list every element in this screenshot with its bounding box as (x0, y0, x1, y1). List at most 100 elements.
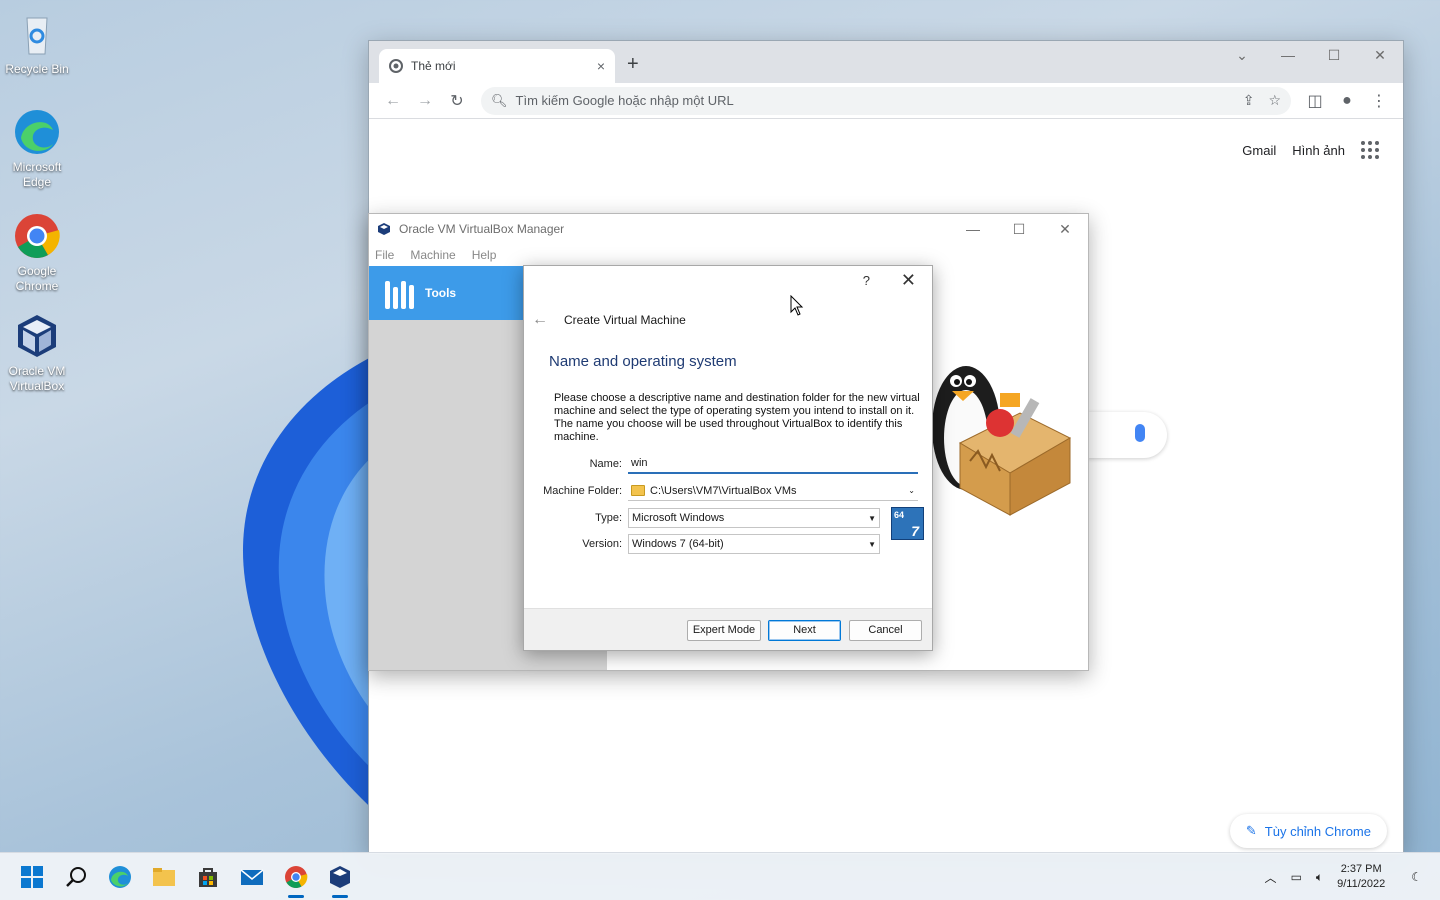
folder-icon (631, 485, 645, 496)
dialog-title-bar: ? ✕ (524, 266, 932, 296)
tab-search-icon[interactable]: ⌄ (1219, 41, 1265, 71)
close-icon[interactable]: ✕ (901, 270, 916, 291)
side-panel-icon[interactable]: ◫ (1299, 91, 1331, 111)
profile-avatar-icon[interactable]: ● (1331, 92, 1363, 110)
desktop-icon-label: Google Chrome (15, 264, 59, 293)
os-badge-version: 7 (911, 523, 919, 539)
name-input[interactable]: win (628, 454, 918, 474)
vbox-title: Oracle VM VirtualBox Manager (399, 222, 565, 236)
machine-folder-value: C:\Users\VM7\VirtualBox VMs (650, 484, 797, 497)
windows-start-icon[interactable] (20, 865, 44, 889)
desktop-icon-edge[interactable]: Microsoft Edge (4, 108, 70, 190)
cancel-button[interactable]: Cancel (849, 620, 922, 641)
section-title: Name and operating system (549, 353, 737, 370)
folder-row: Machine Folder: C:\Users\VM7\VirtualBox … (524, 481, 918, 501)
chrome-toolbar: ← → ↻ 🔍︎ Tìm kiếm Google hoặc nhập một U… (369, 83, 1403, 119)
chevron-up-icon[interactable]: ︿ (1265, 869, 1277, 886)
type-select[interactable]: Microsoft Windows ▼ (628, 508, 880, 528)
pencil-icon: ✎ (1245, 823, 1257, 838)
omnibox[interactable]: 🔍︎ Tìm kiếm Google hoặc nhập một URL ⇪ ☆ (481, 86, 1291, 115)
omnibox-placeholder: Tìm kiếm Google hoặc nhập một URL (515, 93, 734, 108)
menu-file[interactable]: File (375, 248, 394, 262)
chrome-icon[interactable] (284, 865, 308, 889)
chevron-down-icon[interactable]: ⌄ (908, 486, 915, 495)
close-icon[interactable]: ✕ (1357, 41, 1403, 71)
help-icon[interactable]: ? (863, 273, 870, 288)
minimize-icon[interactable]: — (950, 214, 996, 244)
version-label: Version: (582, 538, 622, 550)
desktop-icon-label: Recycle Bin (5, 62, 69, 76)
forward-icon[interactable]: → (409, 92, 441, 110)
search-icon[interactable] (64, 865, 88, 889)
vbox-menu-bar: File Machine Help (369, 244, 1088, 266)
images-link[interactable]: Hình ảnh (1292, 143, 1345, 158)
google-apps-icon[interactable] (1361, 141, 1379, 159)
running-indicator (332, 895, 348, 898)
dialog-header: ← Create Virtual Machine (524, 296, 932, 344)
vbox-window-controls: — ☐ ✕ (950, 214, 1088, 244)
virtualbox-icon (378, 223, 390, 235)
mouse-cursor-icon (790, 295, 804, 316)
type-label: Type: (595, 512, 622, 524)
dialog-footer: Expert Mode Next Cancel (524, 608, 932, 650)
maximize-icon[interactable]: ☐ (996, 214, 1042, 244)
chrome-window-controls: ⌄ — ☐ ✕ (1219, 41, 1403, 71)
display-icon[interactable]: ▭ (1291, 870, 1302, 884)
machine-folder-label: Machine Folder: (543, 485, 622, 497)
name-row: Name: win (524, 454, 918, 474)
machine-folder-select[interactable]: C:\Users\VM7\VirtualBox VMs ⌄ (628, 481, 918, 501)
desktop-icon-label: Oracle VM VirtualBox (8, 364, 66, 393)
maximize-icon[interactable]: ☐ (1311, 41, 1357, 71)
next-button[interactable]: Next (768, 620, 841, 641)
clock[interactable]: 2:37 PM 9/11/2022 (1337, 862, 1385, 892)
mail-icon[interactable] (240, 865, 264, 889)
desktop-icon-virtualbox[interactable]: Oracle VM VirtualBox (4, 312, 70, 394)
clock-time: 2:37 PM (1340, 863, 1382, 875)
reload-icon[interactable]: ↻ (441, 91, 473, 111)
volume-muted-icon[interactable]: 🔈︎ (1316, 870, 1323, 885)
bookmark-star-icon[interactable]: ☆ (1268, 92, 1281, 109)
type-value: Microsoft Windows (632, 512, 725, 524)
file-explorer-icon[interactable] (152, 865, 176, 889)
tools-icon (385, 277, 415, 309)
minimize-icon[interactable]: — (1265, 41, 1311, 71)
dropdown-arrow-icon: ▼ (868, 513, 876, 523)
desktop-icon-chrome[interactable]: Google Chrome (4, 212, 70, 294)
tab-close-icon[interactable]: × (597, 58, 605, 74)
new-tab-button[interactable]: + (627, 53, 639, 76)
search-box-fragment[interactable] (1087, 412, 1167, 458)
customize-chrome-button[interactable]: ✎ Tùy chỉnh Chrome (1229, 814, 1387, 848)
tools-label: Tools (425, 286, 457, 300)
microsoft-store-icon[interactable] (196, 865, 220, 889)
clock-date: 9/11/2022 (1337, 878, 1386, 890)
version-value: Windows 7 (64-bit) (632, 538, 724, 550)
gmail-link[interactable]: Gmail (1242, 143, 1276, 158)
version-select[interactable]: Windows 7 (64-bit) ▼ (628, 534, 880, 554)
edge-icon[interactable] (108, 865, 132, 889)
share-icon[interactable]: ⇪ (1243, 92, 1255, 109)
chrome-tab-bar: Thẻ mới × + ⌄ — ☐ ✕ (369, 41, 1403, 83)
os-badge-bits: 64 (894, 510, 905, 520)
desktop-icon-label: Microsoft Edge (12, 160, 62, 189)
os-type-icon: 64 7 (891, 507, 924, 540)
desktop-icon-recycle-bin[interactable]: Recycle Bin (4, 10, 70, 77)
expert-mode-button[interactable]: Expert Mode (687, 620, 761, 641)
google-header-links: Gmail Hình ảnh (1242, 141, 1379, 159)
menu-kebab-icon[interactable]: ⋮ (1363, 91, 1395, 111)
menu-machine[interactable]: Machine (410, 248, 455, 262)
virtualbox-icon[interactable] (328, 865, 352, 889)
voice-search-icon[interactable] (1135, 424, 1145, 442)
name-input-value: win (631, 457, 648, 469)
back-icon[interactable]: ← (377, 92, 409, 110)
name-label: Name: (589, 458, 622, 470)
focus-assist-icon[interactable]: ☾ (1411, 870, 1422, 884)
chrome-favicon-icon (389, 59, 403, 73)
chrome-tab[interactable]: Thẻ mới × (379, 49, 615, 83)
tab-title: Thẻ mới (411, 59, 456, 73)
back-arrow-icon[interactable]: ← (532, 311, 548, 329)
taskbar: ︿ ▭ 🔈︎ 2:37 PM 9/11/2022 ☾ (0, 852, 1440, 900)
system-tray: ︿ ▭ 🔈︎ 2:37 PM 9/11/2022 ☾ (1265, 853, 1422, 900)
menu-help[interactable]: Help (472, 248, 497, 262)
create-vm-dialog: ? ✕ ← Create Virtual Machine Name and op… (523, 265, 933, 651)
close-icon[interactable]: ✕ (1042, 214, 1088, 244)
